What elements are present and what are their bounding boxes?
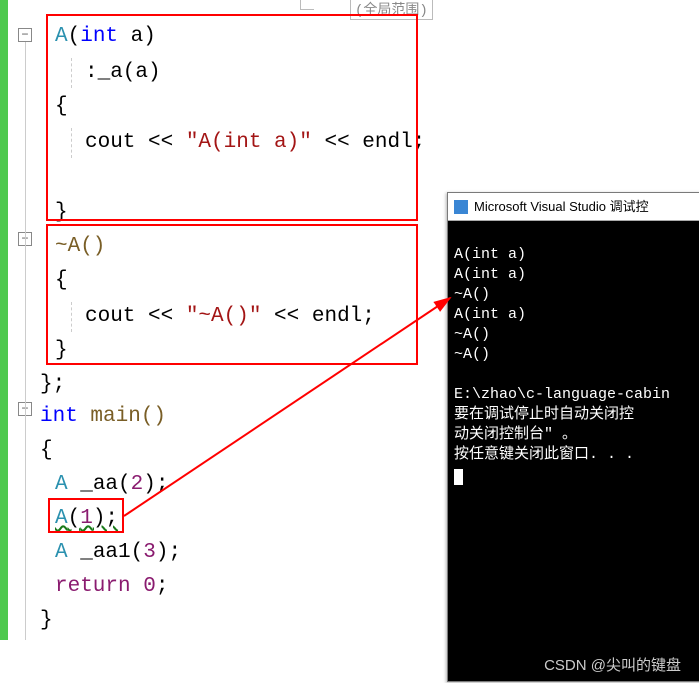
stmt: cout << [85, 305, 186, 328]
app-icon [454, 200, 468, 214]
brace: } [55, 339, 68, 362]
punct: ); [93, 507, 118, 530]
space [131, 575, 144, 598]
brace: { [40, 439, 53, 462]
keyword: int [80, 25, 118, 48]
brace: { [55, 269, 68, 292]
code-line[interactable]: { [55, 92, 68, 122]
console-line: ~A() [454, 346, 490, 363]
console-output: A(int a) A(int a) ~A() A(int a) ~A() ~A(… [448, 221, 699, 509]
code-line[interactable]: cout << "~A()" << endl; [85, 302, 375, 332]
code-line[interactable]: } [40, 606, 53, 636]
ruler-mark [300, 0, 314, 10]
watermark: CSDN @尖叫的键盘 [544, 654, 681, 675]
cursor-icon [454, 469, 463, 485]
console-line: 按任意键关闭此窗口. . . [454, 446, 634, 463]
console-title-text: Microsoft Visual Studio 调试控 [474, 193, 649, 221]
type: A [55, 541, 68, 564]
string: "~A()" [186, 305, 262, 328]
console-line: A(int a) [454, 246, 526, 263]
punct: ( [68, 507, 81, 530]
code-line[interactable]: }; [40, 370, 65, 400]
console-line: A(int a) [454, 266, 526, 283]
number: 1 [80, 507, 93, 530]
code-line[interactable]: A _aa(2); [55, 470, 168, 500]
code-line[interactable]: } [55, 198, 68, 228]
identifier: A [55, 25, 68, 48]
code-line[interactable]: { [55, 266, 68, 296]
punct: ); [143, 473, 168, 496]
punct: ; [156, 575, 169, 598]
ident: _aa1( [68, 541, 144, 564]
code-line[interactable]: :_a(a) [85, 58, 161, 88]
func-name: main() [78, 405, 166, 428]
stmt: cout << [85, 131, 186, 154]
brace: { [55, 95, 68, 118]
code-line[interactable]: } [55, 336, 68, 366]
fold-toggle[interactable]: − [18, 28, 32, 42]
type: A [55, 473, 68, 496]
console-line: ~A() [454, 326, 490, 343]
code-line[interactable]: A _aa1(3); [55, 538, 181, 568]
console-line: A(int a) [454, 306, 526, 323]
type: A [55, 507, 68, 530]
number: 0 [143, 575, 156, 598]
code-line[interactable]: cout << "A(int a)" << endl; [85, 128, 425, 158]
punct: ); [156, 541, 181, 564]
stmt: << endl; [312, 131, 425, 154]
ident: _aa( [68, 473, 131, 496]
punct: ( [68, 25, 81, 48]
number: 2 [131, 473, 144, 496]
identifier: a) [118, 25, 156, 48]
scope-dropdown[interactable]: (全局范围) [350, 0, 433, 20]
console-titlebar[interactable]: Microsoft Visual Studio 调试控 [448, 193, 699, 221]
init-list: :_a(a) [85, 61, 161, 84]
string: "A(int a)" [186, 131, 312, 154]
code-line[interactable]: { [40, 436, 53, 466]
stmt: << endl; [261, 305, 374, 328]
code-line[interactable]: return 0; [55, 572, 168, 602]
keyword: int [40, 405, 78, 428]
code-line[interactable]: A(int a) [55, 22, 156, 52]
console-line: ~A() [454, 286, 490, 303]
gutter [8, 0, 48, 640]
console-line: E:\zhao\c-language-cabin [454, 386, 670, 403]
console-line: 要在调试停止时自动关闭控 [454, 406, 634, 423]
brace: }; [40, 373, 65, 396]
code-line[interactable]: A(1); [55, 504, 118, 534]
destructor: ~A() [55, 235, 105, 258]
number: 3 [143, 541, 156, 564]
fold-line [25, 42, 26, 640]
code-line[interactable]: ~A() [55, 232, 105, 262]
console-window[interactable]: Microsoft Visual Studio 调试控 A(int a) A(i… [447, 192, 699, 682]
change-indicator [0, 0, 8, 640]
brace: } [55, 201, 68, 224]
keyword: return [55, 575, 131, 598]
brace: } [40, 609, 53, 632]
code-line[interactable]: int main() [40, 402, 166, 432]
console-line: 动关闭控制台" 。 [454, 426, 577, 443]
